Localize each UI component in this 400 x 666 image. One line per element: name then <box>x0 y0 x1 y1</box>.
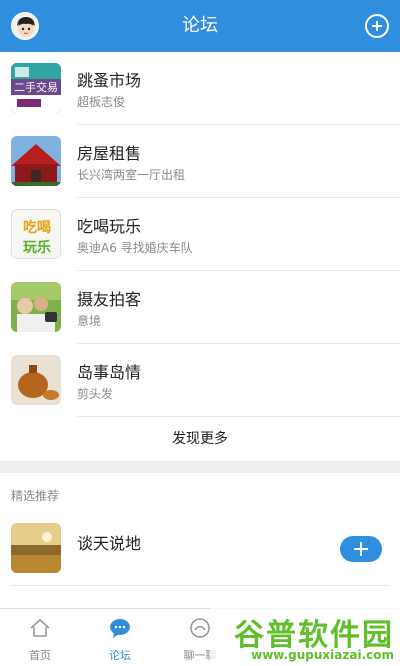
landscape-thumb <box>11 523 61 573</box>
island-thumb <box>11 355 61 405</box>
forum-item-flea-market[interactable]: 二手交易 跳蚤市场 超板志俊 <box>0 52 400 125</box>
forum-item-photographers[interactable]: 摄友拍客 意境 <box>0 271 400 344</box>
forum-latest-post: 超板志俊 <box>77 95 126 109</box>
chat-icon <box>190 618 210 638</box>
forum-name: 跳蚤市场 <box>77 71 142 90</box>
discover-more-link[interactable]: 发现更多 <box>0 417 400 461</box>
section-gap <box>0 461 400 473</box>
tab-label: 论坛 <box>109 649 131 662</box>
watermark: 谷普软件园 www.gupuxiazai.com <box>210 606 400 666</box>
featured-name: 谈天说地 <box>77 534 142 553</box>
forum-latest-post: 奥迪A6 寻找婚庆车队 <box>77 241 193 255</box>
add-post-button[interactable] <box>365 14 389 38</box>
tab-label: 首页 <box>29 649 51 662</box>
forum-name: 吃喝玩乐 <box>77 217 142 236</box>
red-house-thumb <box>11 136 61 186</box>
forum-name: 房屋租售 <box>77 144 142 163</box>
forum-latest-post: 意境 <box>77 314 102 328</box>
tab-home[interactable]: 首页 <box>0 609 80 666</box>
svg-text:吃喝: 吃喝 <box>23 219 51 236</box>
featured-item-chat[interactable]: 谈天说地 <box>0 512 400 586</box>
forum-list: 二手交易 跳蚤市场 超板志俊 房屋租售 长兴湾两室一厅出租 吃喝 玩乐 吃喝玩乐… <box>0 52 400 417</box>
chat-bubble-icon <box>110 619 130 638</box>
forum-item-island[interactable]: 岛事岛情 剪头发 <box>0 344 400 417</box>
forum-name: 岛事岛情 <box>77 363 142 382</box>
forum-name: 摄友拍客 <box>77 290 142 309</box>
forum-item-food-fun[interactable]: 吃喝 玩乐 吃喝玩乐 奥迪A6 寻找婚庆车队 <box>0 198 400 271</box>
page-title: 论坛 <box>182 15 218 36</box>
forum-item-housing[interactable]: 房屋租售 长兴湾两室一厅出租 <box>0 125 400 198</box>
eat-drink-play-thumb: 吃喝 玩乐 <box>11 209 61 259</box>
watermark-url: www.gupuxiazai.com <box>251 648 394 662</box>
top-bar: 论坛 <box>0 0 400 52</box>
photographers-thumb <box>11 282 61 332</box>
follow-plus-button[interactable] <box>340 536 382 562</box>
home-icon <box>30 618 50 637</box>
second-hand-trade-thumb: 二手交易 <box>11 63 61 113</box>
svg-text:玩乐: 玩乐 <box>23 239 51 256</box>
divider <box>11 585 389 586</box>
featured-section-label: 精选推荐 <box>11 489 60 503</box>
forum-latest-post: 剪头发 <box>77 387 114 401</box>
forum-latest-post: 长兴湾两室一厅出租 <box>77 168 186 182</box>
svg-text:二手交易: 二手交易 <box>14 80 58 94</box>
tab-forum[interactable]: 论坛 <box>80 609 160 666</box>
